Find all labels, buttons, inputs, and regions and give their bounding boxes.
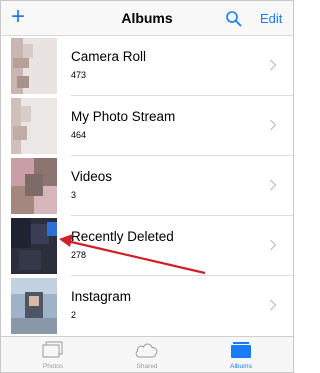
albums-icon xyxy=(231,342,251,358)
tab-bar: Photos Shared Albums xyxy=(1,336,293,372)
page-title: Albums xyxy=(121,10,173,26)
album-thumbnail xyxy=(11,98,57,154)
chevron-right-icon xyxy=(270,299,277,311)
album-count: 2 xyxy=(71,310,77,320)
edit-button[interactable]: Edit xyxy=(260,11,282,26)
album-row-camera-roll[interactable]: Camera Roll 473 xyxy=(1,36,293,95)
album-row-recently-deleted[interactable]: Recently Deleted 278 xyxy=(1,216,293,275)
album-thumbnail xyxy=(11,278,57,334)
chevron-right-icon xyxy=(270,119,277,131)
album-thumbnail xyxy=(11,218,57,274)
album-thumbnail xyxy=(11,38,57,94)
album-count: 278 xyxy=(71,250,87,260)
tab-label: Photos xyxy=(42,363,64,370)
tab-label: Albums xyxy=(230,363,252,370)
albums-screen: + Albums Edit Camera Roll 473 My Photo S… xyxy=(0,0,294,373)
album-name: Instagram xyxy=(71,289,132,304)
album-name: My Photo Stream xyxy=(71,109,176,124)
album-name: Videos xyxy=(71,169,113,184)
tab-albums[interactable]: Albums xyxy=(211,337,271,372)
album-name: Camera Roll xyxy=(71,49,147,64)
chevron-right-icon xyxy=(270,59,277,71)
album-thumbnail xyxy=(11,158,57,214)
album-row-videos[interactable]: Videos 3 xyxy=(1,156,293,215)
tab-shared[interactable]: Shared xyxy=(117,337,177,372)
search-icon[interactable] xyxy=(225,10,243,28)
album-count: 3 xyxy=(71,190,77,200)
tab-label: Shared xyxy=(136,363,158,370)
album-count: 464 xyxy=(71,130,87,140)
album-name: Recently Deleted xyxy=(71,229,174,244)
album-row-my-photo-stream[interactable]: My Photo Stream 464 xyxy=(1,96,293,155)
album-count: 473 xyxy=(71,70,87,80)
navigation-bar: + Albums Edit xyxy=(1,1,293,36)
cloud-icon xyxy=(135,343,158,358)
chevron-right-icon xyxy=(270,179,277,191)
album-row-instagram[interactable]: Instagram 2 xyxy=(1,276,293,335)
tab-photos[interactable]: Photos xyxy=(23,337,83,372)
photos-icon xyxy=(42,341,63,358)
chevron-right-icon xyxy=(270,239,277,251)
